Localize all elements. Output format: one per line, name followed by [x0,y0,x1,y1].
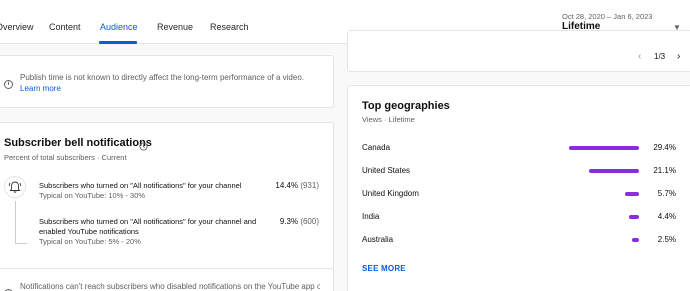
pager-label: 1/3 [654,52,666,61]
publish-note-text: Publish time is not known to directly af… [20,73,304,82]
tree-connector-branch [15,243,27,244]
geo-country-label: Canada [362,143,391,152]
geo-pct-label: 5.7% [657,189,676,198]
bell-row-count: (931) [300,181,319,190]
geo-bar [569,146,639,150]
geo-pct-label: 2.5% [657,235,676,244]
divider [0,268,333,269]
bell-title: Subscriber bell notifications [4,137,152,149]
info-icon: i [4,281,13,291]
geo-bar [588,169,639,173]
bell-row-value: 14.4% (931) [275,181,319,190]
bell-row-count: (600) [300,217,319,226]
bell-row-typical: Typical on YouTube: 5% - 20% [39,237,141,246]
tab-content[interactable]: Content [49,22,81,32]
bell-row: Subscribers who turned on "All notificat… [39,217,264,247]
bell-row-pct: 9.3% [279,217,299,226]
geo-title: Top geographies [362,100,450,112]
info-icon: i [4,72,13,90]
bell-row-label: Subscribers who turned on "All notificat… [39,181,242,190]
geo-country-label: United Kingdom [362,189,419,198]
geo-country-label: United States [362,166,411,175]
see-more-button[interactable]: SEE MORE [362,264,406,273]
pager-card: ‹ 1/3 › [347,30,690,72]
bell-notifications-card: Subscriber bell notifications Percent of… [0,122,334,291]
bell-icon [4,176,26,198]
tab-research[interactable]: Research [210,22,249,32]
tree-connector [15,201,16,244]
chevron-left-icon[interactable]: ‹ [638,51,641,62]
bell-row-value: 9.3% (600) [280,217,319,226]
learn-more-link[interactable]: Learn more [20,84,61,93]
tab-audience[interactable]: Audience [100,22,138,32]
bell-row-label: Subscribers who turned on "All notificat… [39,217,257,236]
geographies-card: Top geographies Views · Lifetime Canada 2… [347,85,690,291]
bell-row: Subscribers who turned on "All notificat… [39,181,279,201]
tab-overview[interactable]: Overview [0,22,34,32]
geo-bar [625,192,639,196]
bell-subtitle: Percent of total subscribers · Current [4,153,127,162]
bell-footnote: Notifications can't reach subscribers wh… [20,282,320,291]
geo-pct-label: 21.1% [653,166,676,175]
geo-pct-label: 29.4% [653,143,676,152]
geo-subtitle: Views · Lifetime [362,115,415,124]
date-range[interactable]: Oct 28, 2020 – Jan 6, 2023 [562,12,652,21]
tab-revenue[interactable]: Revenue [157,22,193,32]
geo-bar [628,215,639,219]
bell-row-pct: 14.4% [275,181,299,190]
geo-country-label: India [362,212,380,221]
geo-bar [632,238,639,242]
help-icon[interactable] [139,138,148,156]
publish-note: Publish time is not known to directly af… [20,72,316,94]
geo-pct-label: 4.4% [657,212,676,221]
active-tab-indicator [99,41,137,44]
bell-row-typical: Typical on YouTube: 10% - 30% [39,191,146,200]
publish-time-card: i Publish time is not known to directly … [0,55,334,108]
chevron-right-icon[interactable]: › [677,51,680,62]
geo-country-label: Australia [362,235,394,244]
